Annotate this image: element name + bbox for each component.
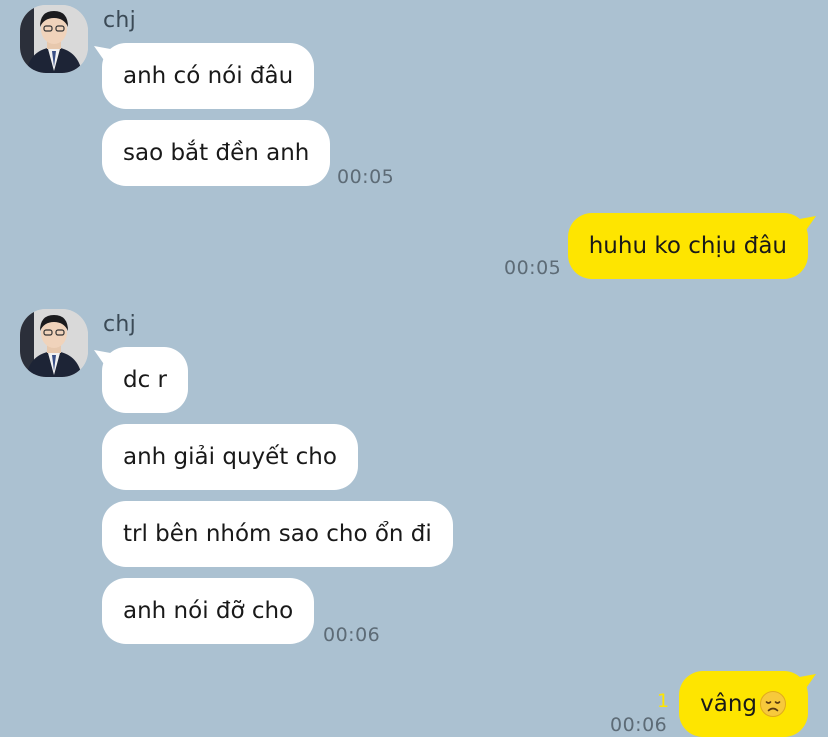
profile-photo [20,5,88,73]
incoming-message-bubble[interactable]: anh có nói đâu [102,43,315,109]
chat-area[interactable]: chj anh có nói đâu sao bắt đền anh 00:05… [0,0,828,737]
message-timestamp: 00:06 [323,624,381,646]
incoming-message-bubble[interactable]: dc r [102,347,189,413]
unread-count: 1 [657,690,670,712]
message-text: sao bắt đền anh [123,140,310,166]
message-timestamp: 00:05 [337,166,395,188]
incoming-message-bubble[interactable]: anh giải quyết cho [102,424,358,490]
disappointed-face-icon [760,691,786,717]
message-text: huhu ko chịu đâu [588,233,787,259]
message-text: anh nói đỡ cho [123,598,294,624]
message-text: vâng [700,691,757,717]
message-text: trl bên nhóm sao cho ổn đi [123,521,432,547]
incoming-message-bubble[interactable]: sao bắt đền anh [102,120,331,186]
avatar[interactable] [20,309,88,377]
sender-name: chj [103,312,137,337]
outgoing-message-bubble[interactable]: huhu ko chịu đâu [567,213,808,279]
message-text: dc r [123,367,168,393]
outgoing-message-bubble[interactable]: vâng [679,671,808,737]
message-timestamp: 00:06 [610,714,668,736]
message-text: anh giải quyết cho [123,444,337,470]
message-text: anh có nói đâu [123,63,294,89]
message-timestamp: 00:05 [504,257,562,279]
incoming-message-bubble[interactable]: anh nói đỡ cho [102,578,315,644]
profile-photo [20,309,88,377]
avatar[interactable] [20,5,88,73]
sender-name: chj [103,8,137,33]
incoming-message-bubble[interactable]: trl bên nhóm sao cho ổn đi [102,501,453,567]
